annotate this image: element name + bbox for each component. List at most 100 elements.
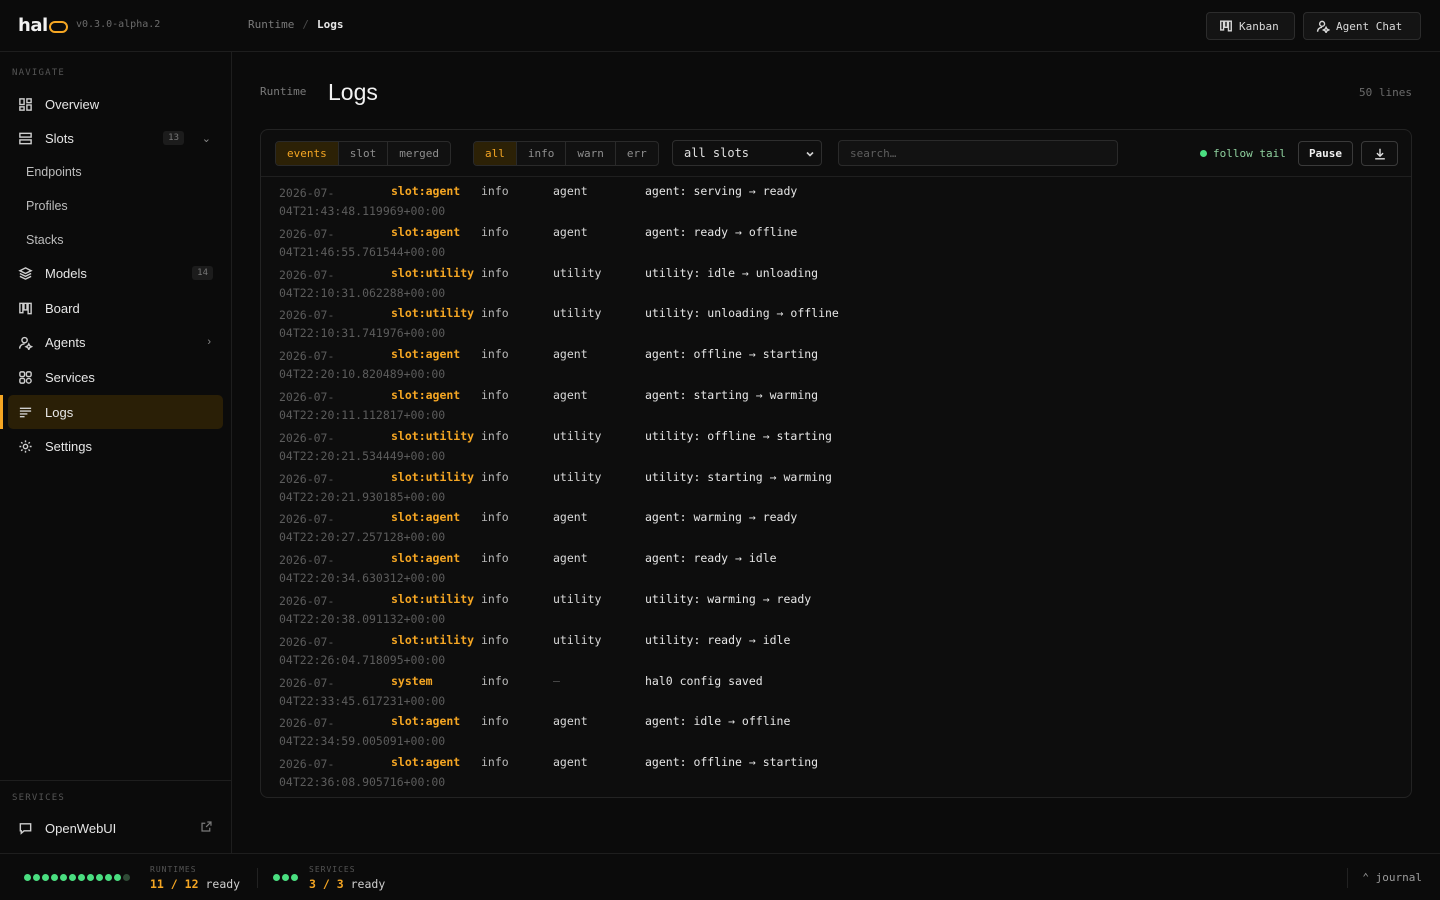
log-level: info — [481, 306, 509, 321]
search-input[interactable] — [838, 140, 1118, 166]
sidebar-item-label: Agents — [45, 334, 86, 350]
sidebar-item-label: Services — [45, 369, 95, 385]
log-source: slot:utility — [391, 306, 475, 321]
tab-slot[interactable]: slot — [339, 142, 389, 165]
sidebar-item-label: Board — [45, 300, 80, 316]
breadcrumb: Runtime / Logs — [248, 18, 343, 31]
log-list[interactable]: 2026-07-04T21:43:48.119969+00:00 slot:age… — [261, 177, 1411, 797]
log-slot: agent — [553, 755, 588, 770]
journal-toggle[interactable]: ⌃ journal — [1362, 871, 1422, 884]
sidebar-subitem-profiles[interactable]: Profiles — [26, 199, 68, 213]
status-dot — [273, 874, 280, 881]
agent-chat-label: Agent Chat — [1336, 19, 1403, 33]
sidebar-subitem-stacks[interactable]: Stacks — [26, 233, 64, 247]
kanban-button[interactable]: Kanban — [1206, 12, 1295, 40]
status-divider — [1347, 868, 1348, 888]
log-source: system — [391, 673, 433, 688]
sidebar-item-slots[interactable]: Slots 13 ⌄ — [8, 121, 223, 155]
log-message: agent: ready → offline — [645, 224, 798, 239]
log-row[interactable]: 2026-07-04T22:26:04.718095+00:00 slot:uti… — [261, 629, 1411, 670]
pause-button[interactable]: Pause — [1298, 141, 1353, 166]
status-dot — [33, 874, 40, 881]
level-err[interactable]: err — [616, 142, 658, 165]
log-timestamp: 2026-07-04T22:20:27.257128+00:00 — [279, 512, 446, 545]
log-source: slot:agent — [391, 388, 461, 402]
services-icon — [18, 370, 33, 385]
services-section-title: SERVICES — [12, 793, 65, 803]
log-message: agent: serving → ready — [645, 184, 798, 198]
log-message: agent: offline → starting — [645, 755, 819, 770]
sidebar-item-label: OpenWebUI — [45, 820, 117, 836]
logo[interactable]: hal — [18, 15, 68, 36]
log-level: info — [481, 469, 509, 484]
log-message: agent: starting → warming — [645, 796, 818, 797]
log-source: slot:utility — [391, 469, 475, 484]
log-source: slot:agent — [391, 796, 460, 797]
kanban-icon — [1220, 20, 1232, 32]
log-source: slot:utility — [391, 632, 475, 647]
download-icon — [1374, 148, 1385, 160]
logs-icon — [18, 405, 33, 420]
status-dot — [42, 874, 49, 881]
level-info[interactable]: info — [517, 142, 567, 165]
slots-count-badge: 13 — [163, 131, 184, 145]
breadcrumb-separator: / — [302, 18, 309, 31]
status-dot — [282, 874, 289, 881]
sidebar-item-agents[interactable]: Agents › — [8, 325, 223, 359]
log-row[interactable]: 2026-07-04T22:10:31.741976+00:00 slot:uti… — [261, 302, 1411, 343]
log-level: info — [481, 265, 509, 280]
follow-tail-toggle[interactable]: follow tail — [1200, 147, 1286, 160]
log-timestamp: 2026-07-04T22:20:11.112817+00:00 — [279, 390, 446, 422]
log-row[interactable]: 2026-07-04T22:20:38.091132+00:00 slot:uti… — [261, 588, 1411, 629]
agent-icon — [18, 335, 33, 350]
log-row[interactable]: 2026-07-04T22:36:08.905716+00:00 slot:age… — [261, 751, 1411, 792]
log-level: info — [481, 755, 509, 770]
services-suffix: ready — [350, 877, 386, 891]
status-dot — [78, 874, 85, 881]
chevron-down-icon[interactable]: ⌄ — [202, 132, 211, 145]
log-row[interactable]: 2026-07-04T22:20:27.257128+00:00 slot:age… — [261, 506, 1411, 547]
breadcrumb-parent[interactable]: Runtime — [248, 18, 294, 31]
sidebar-item-settings[interactable]: Settings — [8, 429, 223, 463]
log-message: agent: starting → warming — [645, 388, 819, 402]
log-level: info — [481, 428, 509, 443]
log-row[interactable]: 2026-07-04T22:20:10.820489+00:00 slot:age… — [261, 343, 1411, 384]
log-row[interactable]: 2026-07-04T21:46:55.761544+00:00 slot:age… — [261, 221, 1411, 262]
sidebar-item-board[interactable]: Board — [8, 291, 223, 325]
log-timestamp: 2026-07-04T21:43:48.119969+00:00 — [279, 186, 446, 218]
log-row[interactable]: 2026-07-04T22:20:34.630312+00:00 slot:age… — [261, 547, 1411, 588]
sidebar-item-overview[interactable]: Overview — [8, 87, 223, 121]
sidebar-item-models[interactable]: Models 14 — [8, 256, 223, 290]
sidebar-subitem-endpoints[interactable]: Endpoints — [26, 165, 82, 179]
download-button[interactable] — [1361, 141, 1398, 166]
slot-select[interactable]: all slots — [672, 140, 822, 166]
log-row[interactable]: 2026-07-04T21:43:48.119969+00:00 slot:age… — [261, 180, 1411, 221]
log-row[interactable]: 2026-07-slot:agent info agent agent: starti… — [261, 792, 1411, 797]
log-row[interactable]: 2026-07-04T22:10:31.062288+00:00 slot:uti… — [261, 262, 1411, 303]
agent-chat-button[interactable]: Agent Chat — [1303, 12, 1421, 40]
log-source: slot:utility — [391, 428, 475, 443]
log-timestamp: 2026-07-04T22:33:45.617231+00:00 — [279, 675, 446, 708]
log-level: info — [481, 632, 509, 647]
log-slot: agent — [553, 224, 588, 239]
log-timestamp: 2026-07-04T22:26:04.718095+00:00 — [279, 634, 446, 667]
log-slot: utility — [553, 592, 602, 606]
log-row[interactable]: 2026-07-04T22:34:59.005091+00:00 slot:age… — [261, 710, 1411, 751]
log-row[interactable]: 2026-07-04T22:20:21.534449+00:00 slot:uti… — [261, 425, 1411, 466]
log-source: slot:utility — [391, 592, 475, 606]
chevron-right-icon[interactable]: › — [207, 336, 211, 348]
level-all[interactable]: all — [474, 142, 517, 165]
log-slot: agent — [553, 347, 588, 362]
log-row[interactable]: 2026-07-04T22:20:11.112817+00:00 slot:age… — [261, 384, 1411, 425]
log-row[interactable]: 2026-07-04T22:20:21.930185+00:00 slot:uti… — [261, 466, 1411, 507]
sidebar-item-services[interactable]: Services — [8, 360, 223, 394]
log-level: info — [481, 714, 509, 729]
log-row[interactable]: 2026-07-04T22:33:45.617231+00:00 system in… — [261, 670, 1411, 711]
sidebar-item-logs[interactable]: Logs — [8, 395, 223, 429]
log-source: slot:agent — [391, 755, 461, 770]
sidebar-service-openwebui[interactable]: OpenWebUI — [8, 811, 223, 845]
tab-events[interactable]: events — [276, 142, 339, 165]
external-link-icon[interactable] — [200, 820, 213, 836]
level-warn[interactable]: warn — [566, 142, 616, 165]
tab-merged[interactable]: merged — [388, 142, 450, 165]
